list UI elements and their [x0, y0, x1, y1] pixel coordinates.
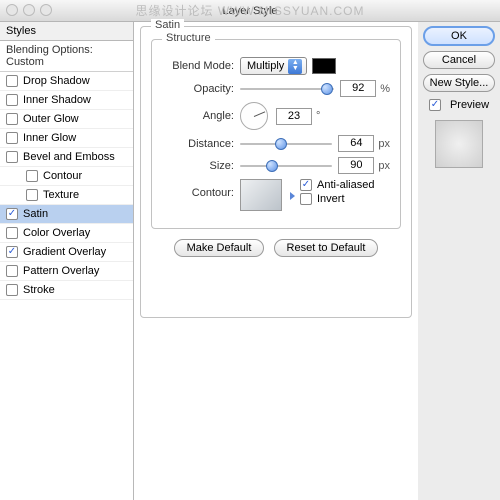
structure-legend: Structure: [162, 32, 215, 44]
select-arrows-icon: ▲▼: [288, 59, 302, 74]
sidebar-item-inner-shadow[interactable]: Inner Shadow: [0, 91, 133, 110]
sidebar-checkbox[interactable]: [6, 151, 18, 163]
distance-slider[interactable]: [240, 137, 332, 151]
sidebar-item-label: Texture: [43, 189, 79, 201]
sidebar-item-label: Bevel and Emboss: [23, 151, 115, 163]
px-unit-2: px: [378, 160, 390, 172]
sidebar-item-contour[interactable]: Contour: [0, 167, 133, 186]
sidebar-item-label: Color Overlay: [23, 227, 90, 239]
sidebar-item-color-overlay[interactable]: Color Overlay: [0, 224, 133, 243]
cancel-button[interactable]: Cancel: [423, 51, 495, 69]
size-row: Size: 90 px: [162, 157, 390, 174]
contour-picker[interactable]: [240, 179, 282, 211]
size-slider[interactable]: [240, 159, 332, 173]
sidebar-item-label: Gradient Overlay: [23, 246, 106, 258]
anti-aliased-label: Anti-aliased: [317, 179, 374, 191]
sidebar-item-gradient-overlay[interactable]: Gradient Overlay: [0, 243, 133, 262]
anti-aliased-checkbox[interactable]: [300, 179, 312, 191]
sidebar-item-label: Inner Shadow: [23, 94, 91, 106]
sidebar-item-stroke[interactable]: Stroke: [0, 281, 133, 300]
traffic-light-zoom[interactable]: [40, 4, 52, 16]
satin-fieldset: Satin Structure Blend Mode: Multiply ▲▼ …: [140, 26, 412, 318]
distance-row: Distance: 64 px: [162, 135, 390, 152]
sidebar-item-texture[interactable]: Texture: [0, 186, 133, 205]
satin-legend: Satin: [151, 19, 184, 31]
invert-label: Invert: [317, 193, 345, 205]
dialog-content: Styles Blending Options: Custom Drop Sha…: [0, 22, 500, 500]
angle-row: Angle: 23 °: [162, 102, 390, 130]
sidebar-item-label: Drop Shadow: [23, 75, 90, 87]
anti-aliased-row[interactable]: Anti-aliased: [300, 179, 374, 191]
sidebar-item-label: Satin: [23, 208, 48, 220]
ok-button[interactable]: OK: [423, 26, 495, 46]
sidebar-checkbox[interactable]: [6, 227, 18, 239]
degree-unit: °: [316, 110, 320, 122]
angle-input[interactable]: 23: [276, 108, 312, 125]
contour-row: Contour: Anti-aliased Invert: [162, 179, 390, 211]
preview-thumbnail: [435, 120, 483, 168]
distance-label: Distance:: [162, 138, 240, 150]
opacity-input[interactable]: 92: [340, 80, 376, 97]
invert-row[interactable]: Invert: [300, 193, 374, 205]
structure-fieldset: Structure Blend Mode: Multiply ▲▼ Opacit…: [151, 39, 401, 229]
blend-mode-value: Multiply: [247, 60, 284, 72]
sidebar-item-pattern-overlay[interactable]: Pattern Overlay: [0, 262, 133, 281]
preview-checkbox[interactable]: [429, 99, 441, 111]
sidebar-checkbox[interactable]: [6, 265, 18, 277]
blending-options-row[interactable]: Blending Options: Custom: [0, 41, 133, 72]
sidebar-item-label: Contour: [43, 170, 82, 182]
titlebar: Layer Style: [0, 0, 500, 22]
window-title: Layer Style: [222, 5, 277, 17]
size-label: Size:: [162, 160, 240, 172]
px-unit-1: px: [378, 138, 390, 150]
sidebar-checkbox[interactable]: [26, 170, 38, 182]
new-style-button[interactable]: New Style...: [423, 74, 495, 92]
preview-row[interactable]: Preview: [429, 99, 489, 111]
size-input[interactable]: 90: [338, 157, 374, 174]
invert-checkbox[interactable]: [300, 193, 312, 205]
angle-dial[interactable]: [240, 102, 268, 130]
sidebar-item-label: Outer Glow: [23, 113, 79, 125]
sidebar-checkbox[interactable]: [6, 75, 18, 87]
make-default-button[interactable]: Make Default: [174, 239, 265, 257]
blend-mode-select[interactable]: Multiply ▲▼: [240, 57, 307, 75]
window-controls: [6, 4, 52, 16]
sidebar-checkbox[interactable]: [6, 208, 18, 220]
sidebar-header[interactable]: Styles: [0, 22, 133, 41]
color-swatch[interactable]: [312, 58, 336, 74]
sidebar-item-drop-shadow[interactable]: Drop Shadow: [0, 72, 133, 91]
reset-default-button[interactable]: Reset to Default: [274, 239, 379, 257]
sidebar-checkbox[interactable]: [26, 189, 38, 201]
sidebar-item-label: Inner Glow: [23, 132, 76, 144]
sidebar-checkbox[interactable]: [6, 246, 18, 258]
right-panel: OK Cancel New Style... Preview: [418, 22, 500, 500]
sidebar-item-bevel-and-emboss[interactable]: Bevel and Emboss: [0, 148, 133, 167]
angle-label: Angle:: [162, 110, 240, 122]
sidebar-item-label: Pattern Overlay: [23, 265, 99, 277]
sidebar-item-inner-glow[interactable]: Inner Glow: [0, 129, 133, 148]
main-panel: Satin Structure Blend Mode: Multiply ▲▼ …: [134, 22, 418, 500]
traffic-light-close[interactable]: [6, 4, 18, 16]
opacity-row: Opacity: 92 %: [162, 80, 390, 97]
preview-label: Preview: [450, 99, 489, 111]
sidebar-item-satin[interactable]: Satin: [0, 205, 133, 224]
opacity-label: Opacity:: [162, 83, 240, 95]
sidebar-item-label: Stroke: [23, 284, 55, 296]
contour-label: Contour:: [162, 179, 240, 199]
percent-unit: %: [380, 83, 390, 95]
default-buttons-row: Make Default Reset to Default: [151, 239, 401, 257]
sidebar-item-outer-glow[interactable]: Outer Glow: [0, 110, 133, 129]
sidebar-checkbox[interactable]: [6, 284, 18, 296]
styles-sidebar: Styles Blending Options: Custom Drop Sha…: [0, 22, 134, 500]
opacity-slider[interactable]: [240, 82, 334, 96]
traffic-light-min[interactable]: [23, 4, 35, 16]
sidebar-checkbox[interactable]: [6, 94, 18, 106]
sidebar-checkbox[interactable]: [6, 132, 18, 144]
blend-mode-label: Blend Mode:: [162, 60, 240, 72]
sidebar-checkbox[interactable]: [6, 113, 18, 125]
layer-style-dialog: 思缘设计论坛 WWW.MISSYUAN.COM Layer Style Styl…: [0, 0, 500, 500]
blend-mode-row: Blend Mode: Multiply ▲▼: [162, 57, 390, 75]
distance-input[interactable]: 64: [338, 135, 374, 152]
